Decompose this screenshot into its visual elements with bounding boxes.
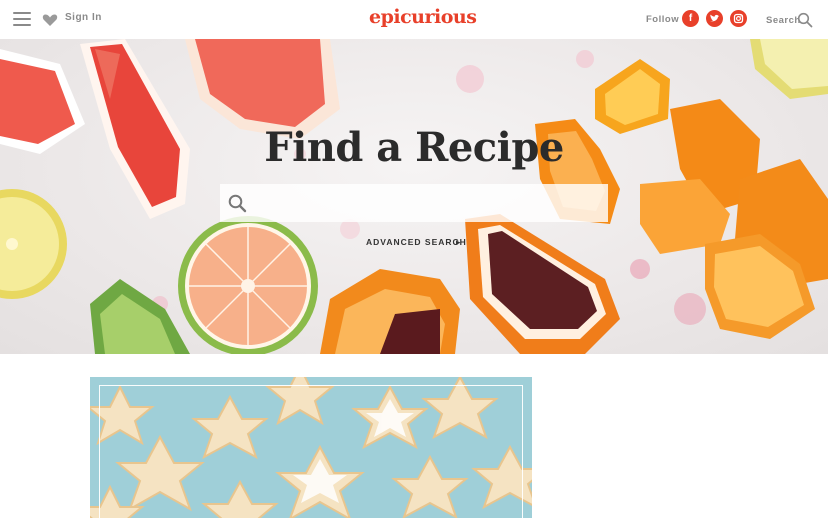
site-header: Sign In epicurious Follow f Search (0, 0, 828, 40)
instagram-icon[interactable] (730, 10, 747, 27)
recipe-search-input[interactable] (260, 184, 604, 224)
featured-recipe-card[interactable] (90, 377, 532, 518)
facebook-icon[interactable]: f (682, 10, 699, 27)
twitter-icon[interactable] (706, 10, 723, 27)
chevron-right-icon[interactable]: ▸ (456, 237, 461, 248)
sign-in-link[interactable]: Sign In (65, 12, 102, 23)
hero-banner: Find a Recipe ADVANCED SEARCH ▸ (0, 39, 828, 354)
site-logo[interactable]: epicurious (369, 6, 477, 28)
hamburger-menu-icon[interactable] (13, 12, 31, 26)
header-search-label[interactable]: Search (766, 15, 801, 26)
recipe-search-box[interactable] (220, 184, 608, 224)
follow-label: Follow (646, 14, 680, 25)
card-frame-border (99, 385, 523, 518)
advanced-search-link[interactable]: ADVANCED SEARCH (366, 237, 467, 247)
search-icon[interactable] (797, 12, 813, 28)
heart-icon[interactable] (42, 12, 58, 28)
page-title: Find a Recipe (264, 124, 564, 171)
search-icon[interactable] (228, 194, 247, 213)
